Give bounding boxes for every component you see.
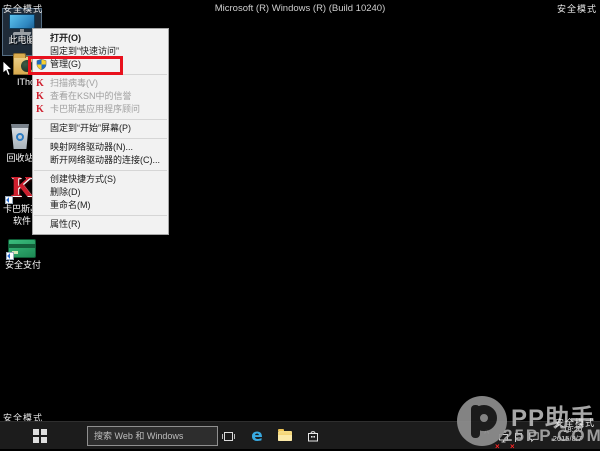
safe-money-label: 安全支付	[5, 260, 42, 270]
safe-mode-label-top-right: 安全模式	[556, 4, 597, 14]
menu-item-map-network-drive[interactable]: 映射网络驱动器(N)...	[33, 141, 168, 154]
menu-item-rename[interactable]: 重命名(M)	[33, 199, 168, 212]
recycle-bin-icon	[11, 124, 29, 149]
kaspersky-k-icon: K	[36, 91, 44, 102]
menu-item-scan-for-viruses[interactable]: K 扫描病毒(V)	[33, 77, 168, 90]
pp-assistant-logo	[457, 396, 507, 446]
error-x-badge: ×	[495, 442, 500, 451]
menu-item-delete[interactable]: 删除(D)	[33, 186, 168, 199]
menu-separator	[34, 169, 167, 171]
edge-button[interactable]: e	[245, 422, 269, 450]
kaspersky-k-icon: K	[36, 78, 44, 89]
menu-separator	[34, 214, 167, 216]
menu-item-check-reputation-ksn[interactable]: K 查看在KSN中的信誉	[33, 90, 168, 103]
safe-mode-label-bottom-right: 安全模式	[554, 418, 595, 428]
windows-build-text: Microsoft (R) Windows (R) (Build 10240)	[214, 3, 386, 14]
shortcut-arrow-icon	[6, 252, 14, 260]
menu-item-kaspersky-app-advisor[interactable]: K 卡巴斯基应用程序顾问	[33, 103, 168, 116]
menu-item-open[interactable]: 打开(O)	[33, 32, 168, 45]
start-button[interactable]	[24, 422, 56, 450]
task-view-icon	[221, 431, 235, 441]
store-icon	[308, 431, 318, 442]
menu-separator	[34, 118, 167, 120]
file-explorer-icon	[278, 429, 292, 441]
store-button[interactable]	[301, 422, 325, 450]
task-view-button[interactable]	[216, 422, 240, 450]
safe-mode-label-top-left: 安全模式	[3, 4, 44, 14]
menu-item-pin-to-start[interactable]: 固定到“开始”屏幕(P)	[33, 122, 168, 135]
mouse-cursor	[2, 61, 13, 77]
file-explorer-button[interactable]	[273, 422, 297, 450]
manage-highlight-box	[28, 56, 123, 75]
menu-item-disconnect-network-drive[interactable]: 断开网络驱动器的连接(C)...	[33, 154, 168, 167]
safe-money-icon	[6, 239, 36, 260]
menu-separator	[34, 137, 167, 139]
taskbar-search-input[interactable]	[87, 426, 218, 446]
pp-assistant-site-text: 25PP.COM	[503, 426, 600, 445]
windows-logo-icon	[33, 429, 47, 443]
menu-item-properties[interactable]: 属性(R)	[33, 218, 168, 231]
edge-icon: e	[251, 425, 263, 446]
kaspersky-k-icon: K	[36, 104, 44, 115]
shortcut-arrow-icon	[5, 196, 13, 204]
desktop-icon-safe-money[interactable]: 安全支付	[5, 239, 42, 270]
menu-item-create-shortcut[interactable]: 创建快捷方式(S)	[33, 173, 168, 186]
